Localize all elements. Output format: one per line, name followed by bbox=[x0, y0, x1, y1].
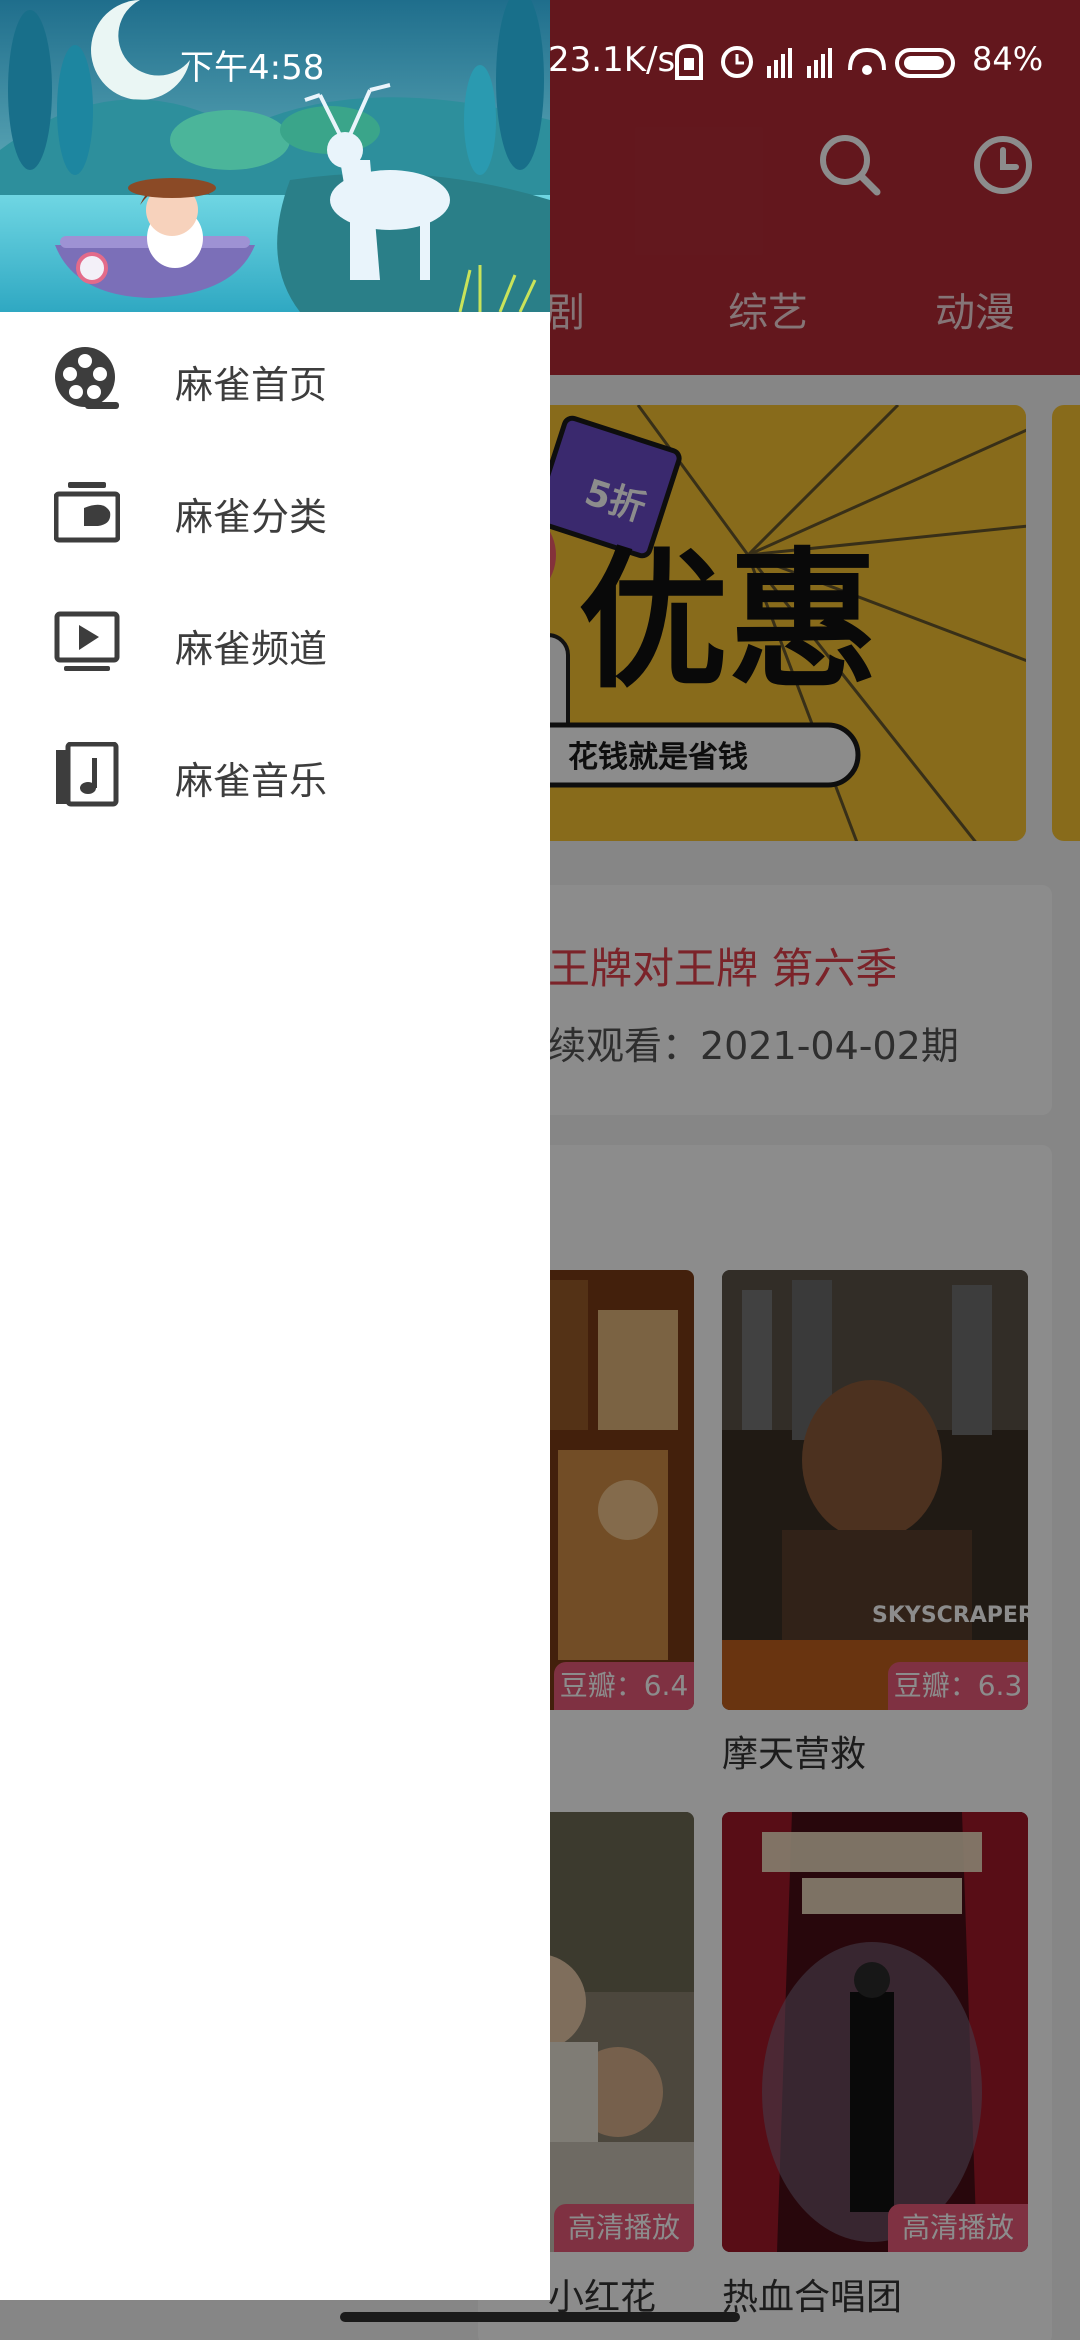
menu-item-music[interactable]: 麻雀音乐 bbox=[0, 708, 550, 840]
menu-item-category[interactable]: 麻雀分类 bbox=[0, 444, 550, 576]
play-screen-icon bbox=[54, 610, 120, 676]
nfc-icon bbox=[675, 44, 703, 80]
battery-percentage: 84% bbox=[972, 40, 1044, 78]
signal-icon-1 bbox=[767, 48, 792, 78]
status-icons bbox=[675, 44, 955, 80]
music-note-icon bbox=[54, 741, 120, 808]
category-icon bbox=[53, 478, 121, 544]
home-indicator[interactable] bbox=[340, 2312, 740, 2322]
menu-item-label: 麻雀音乐 bbox=[175, 759, 328, 803]
menu-item-label: 麻雀频道 bbox=[175, 627, 328, 671]
battery-icon bbox=[895, 48, 955, 78]
navigation-drawer: 麻雀首页 麻雀分类 麻雀频道 麻雀音乐 bbox=[0, 0, 550, 2300]
status-time: 下午4:58 bbox=[180, 48, 325, 88]
status-bar: 下午4:58 23.1K/s 84% bbox=[0, 0, 1080, 120]
drawer-menu: 麻雀首页 麻雀分类 麻雀频道 麻雀音乐 bbox=[0, 312, 550, 840]
network-speed: 23.1K/s bbox=[548, 40, 676, 80]
hotspot-icon bbox=[848, 47, 886, 75]
film-reel-icon bbox=[54, 346, 120, 412]
menu-item-home[interactable]: 麻雀首页 bbox=[0, 312, 550, 444]
alarm-icon bbox=[721, 46, 753, 78]
menu-item-channel[interactable]: 麻雀频道 bbox=[0, 576, 550, 708]
screen: 剧 综艺 动漫 5折 优惠 花钱就是省钱 王牌对王牌 第六季 续观看：2021-… bbox=[0, 0, 1080, 2340]
signal-icon-2 bbox=[807, 48, 832, 78]
menu-item-label: 麻雀分类 bbox=[175, 495, 328, 539]
menu-item-label: 麻雀首页 bbox=[175, 363, 328, 407]
